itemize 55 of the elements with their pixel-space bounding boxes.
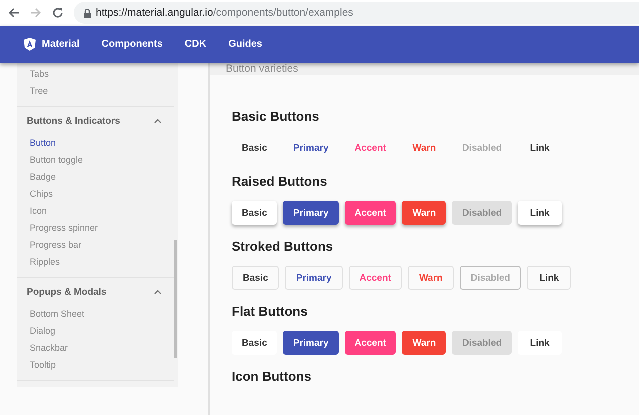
stroked-button[interactable]: Primary (285, 266, 343, 290)
section-heading: Raised Buttons (232, 174, 328, 189)
raised-button[interactable]: Warn (402, 201, 446, 225)
nav-link[interactable]: Components (102, 39, 163, 50)
nav-item[interactable]: Button (17, 135, 174, 152)
raised-button[interactable]: Basic (232, 201, 278, 225)
nav-item[interactable]: Icon (17, 203, 174, 220)
address-bar[interactable]: https://material.angular.io/components/button/examples (74, 2, 639, 24)
flat-button[interactable]: Link (518, 331, 562, 355)
shield-logo-icon (24, 38, 36, 51)
nav-item[interactable]: Progress spinner (17, 220, 174, 237)
stroked-button[interactable]: Basic (232, 266, 280, 290)
scrollbar-thumb[interactable] (174, 240, 177, 358)
nav-item[interactable]: Button toggle (17, 152, 174, 169)
raised-button[interactable]: Link (518, 201, 562, 225)
text-button[interactable]: Warn (402, 136, 446, 160)
nav-group-header[interactable]: Buttons & Indicators (17, 107, 174, 135)
stroked-button[interactable]: Link (527, 266, 572, 290)
reload-icon[interactable] (52, 7, 64, 19)
chevron-up-icon (154, 290, 162, 294)
nav-item[interactable]: Tabs (17, 66, 174, 83)
back-arrow-icon[interactable] (8, 7, 20, 19)
nav-item[interactable]: Tooltip (17, 357, 174, 374)
nav-item[interactable]: Chips (17, 186, 174, 203)
section-heading: Icon Buttons (232, 369, 312, 384)
nav-item[interactable]: Tree (17, 83, 174, 100)
section-heading: Basic Buttons (232, 109, 320, 124)
nav-item[interactable]: Snackbar (17, 340, 174, 357)
nav-item[interactable]: Ripples (17, 254, 174, 271)
nav-item[interactable]: Bottom Sheet (17, 306, 174, 323)
brand-link[interactable]: Material (24, 38, 80, 51)
text-button[interactable]: Accent (344, 136, 396, 160)
nav-group-header[interactable]: Popups & Modals (17, 278, 174, 306)
flat-button[interactable]: Basic (232, 331, 278, 355)
lock-icon (84, 8, 91, 18)
raised-button[interactable]: Primary (283, 201, 339, 225)
nav-item[interactable]: Progress bar (17, 237, 174, 254)
text-button[interactable]: Link (518, 136, 562, 160)
section-heading: Stroked Buttons (232, 239, 334, 254)
nav-item[interactable]: Dialog (17, 323, 174, 340)
raised-button[interactable]: Accent (344, 201, 396, 225)
flat-button[interactable]: Accent (344, 331, 396, 355)
stroked-button[interactable]: Warn (408, 266, 454, 290)
url-text: https://material.angular.io/components/button/examples (96, 7, 354, 19)
text-button[interactable]: Primary (283, 136, 339, 160)
flat-button[interactable]: Primary (283, 331, 339, 355)
example-title: Button varieties (210, 63, 639, 75)
nav-link[interactable]: CDK (184, 39, 207, 50)
chevron-up-icon (154, 118, 162, 124)
nav-item[interactable]: Badge (17, 169, 174, 186)
nav-link[interactable]: Guides (228, 39, 262, 50)
flat-button[interactable]: Warn (402, 331, 446, 355)
section-heading: Flat Buttons (232, 304, 309, 319)
text-button[interactable]: Basic (232, 136, 278, 160)
stroked-button[interactable]: Accent (348, 266, 402, 290)
